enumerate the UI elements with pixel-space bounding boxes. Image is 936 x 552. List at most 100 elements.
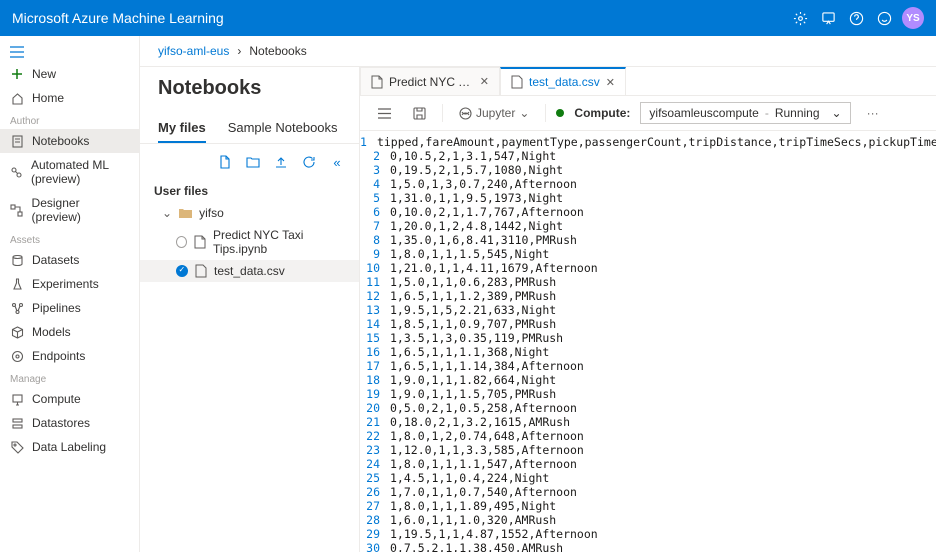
code-line: 121,6.5,1,1,1.2,389,PMRush — [360, 289, 936, 303]
file-explorer: Notebooks My files Sample Notebooks « Use… — [140, 67, 360, 552]
user-avatar[interactable]: YS — [902, 7, 924, 29]
notebook-icon — [10, 134, 24, 148]
close-icon[interactable]: ✕ — [606, 76, 615, 89]
code-line: 101,21.0,1,1,4.11,1679,Afternoon — [360, 261, 936, 275]
code-line: 20,10.5,2,1,3.1,547,Night — [360, 149, 936, 163]
datasets-icon — [10, 253, 24, 267]
left-sidebar: NewHome AuthorNotebooksAutomated ML (pre… — [0, 36, 140, 552]
user-folder-label: yifso — [199, 206, 224, 220]
code-line: 300,7.5,2,1,1.38,450,AMRush — [360, 541, 936, 552]
sidebar-item-experiments[interactable]: Experiments — [0, 272, 139, 296]
code-editor[interactable]: 1tipped,fareAmount,paymentType,passenger… — [360, 131, 936, 552]
code-line: 131,9.5,1,5,2.21,633,Night — [360, 303, 936, 317]
upload-icon[interactable] — [271, 152, 291, 172]
file-tab-my-files[interactable]: My files — [158, 114, 206, 143]
sidebar-item-compute[interactable]: Compute — [0, 387, 139, 411]
flask-icon — [10, 277, 24, 291]
breadcrumb-workspace[interactable]: yifso-aml-eus — [158, 44, 229, 58]
sidebar-item-data-labeling[interactable]: Data Labeling — [0, 435, 139, 459]
cube-icon — [10, 325, 24, 339]
file-icon — [511, 75, 523, 89]
file-row[interactable]: test_data.csv — [140, 260, 359, 282]
code-line: 251,4.5,1,1,0.4,224,Night — [360, 471, 936, 485]
code-line: 161,6.5,1,1,1.1,368,Night — [360, 345, 936, 359]
sidebar-heading: Author — [0, 110, 139, 129]
pipeline-icon — [10, 301, 24, 315]
user-folder-row[interactable]: ⌄ yifso — [140, 202, 359, 224]
code-line: 231,12.0,1,1,3.3,585,Afternoon — [360, 443, 936, 457]
sidebar-item-datasets[interactable]: Datasets — [0, 248, 139, 272]
sidebar-item-models[interactable]: Models — [0, 320, 139, 344]
sidebar-item-datastores[interactable]: Datastores — [0, 411, 139, 435]
sidebar-heading: Manage — [0, 368, 139, 387]
hamburger-icon[interactable] — [0, 42, 139, 62]
more-icon[interactable]: ··· — [861, 103, 885, 123]
endpoint-icon — [10, 349, 24, 363]
save-icon[interactable] — [407, 104, 432, 123]
editor-toolbar: Jupyter⌄ Compute: yifsoamleuscompute - R… — [360, 96, 936, 131]
code-line: 151,3.5,1,3,0.35,119,PMRush — [360, 331, 936, 345]
chevron-down-icon: ⌄ — [162, 206, 172, 220]
code-line: 210,18.0,2,1,3.2,1615,AMRush — [360, 415, 936, 429]
editor-tab[interactable]: Predict NYC Taxi Tips✕ — [360, 67, 500, 95]
code-line: 60,10.0,2,1,1.7,767,Afternoon — [360, 205, 936, 219]
designer-icon — [10, 203, 24, 217]
code-line: 271,8.0,1,1,1.89,495,Night — [360, 499, 936, 513]
editor-tab[interactable]: test_data.csv✕ — [500, 67, 626, 95]
page-title: Notebooks — [140, 67, 359, 114]
code-line: 191,9.0,1,1,1.5,705,PMRush — [360, 387, 936, 401]
top-bar: Microsoft Azure Machine Learning YS — [0, 0, 936, 36]
folder-icon — [179, 208, 192, 219]
select-circle-icon[interactable] — [176, 265, 188, 277]
compute-status-dot — [556, 109, 564, 117]
chevron-down-icon: ⌄ — [832, 106, 842, 120]
sidebar-item-designer-preview-[interactable]: Designer (preview) — [0, 191, 139, 229]
code-line: 1tipped,fareAmount,paymentType,passenger… — [360, 135, 936, 149]
chevron-down-icon: ⌄ — [519, 106, 529, 120]
code-line: 171,6.5,1,1,1.14,384,Afternoon — [360, 359, 936, 373]
new-file-icon[interactable] — [215, 152, 235, 172]
breadcrumb: yifso-aml-eus › Notebooks — [140, 36, 936, 67]
compute-select[interactable]: yifsoamleuscompute - Running ⌄ — [640, 102, 850, 124]
code-line: 200,5.0,2,1,0.5,258,Afternoon — [360, 401, 936, 415]
feedback-icon[interactable] — [814, 4, 842, 32]
code-line: 81,35.0,1,6,8.41,3110,PMRush — [360, 233, 936, 247]
ipynb-icon — [371, 75, 383, 89]
collapse-icon[interactable]: « — [327, 152, 347, 172]
close-icon[interactable]: ✕ — [480, 75, 489, 88]
code-line: 181,9.0,1,1,1.82,664,Night — [360, 373, 936, 387]
ipynb-icon — [194, 235, 206, 249]
datastore-icon — [10, 416, 24, 430]
menu-icon[interactable] — [372, 105, 397, 122]
new-folder-icon[interactable] — [243, 152, 263, 172]
sidebar-item-pipelines[interactable]: Pipelines — [0, 296, 139, 320]
file-tab-sample-notebooks[interactable]: Sample Notebooks — [228, 114, 338, 143]
label-icon — [10, 440, 24, 454]
smile-icon[interactable] — [870, 4, 898, 32]
help-icon[interactable] — [842, 4, 870, 32]
chevron-right-icon: › — [237, 44, 241, 58]
code-line: 141,8.5,1,1,0.9,707,PMRush — [360, 317, 936, 331]
brand-title: Microsoft Azure Machine Learning — [12, 10, 224, 26]
sidebar-item-notebooks[interactable]: Notebooks — [0, 129, 139, 153]
sidebar-item-endpoints[interactable]: Endpoints — [0, 344, 139, 368]
code-line: 41,5.0,1,3,0.7,240,Afternoon — [360, 177, 936, 191]
breadcrumb-section: Notebooks — [249, 44, 306, 58]
sidebar-item-new[interactable]: New — [0, 62, 139, 86]
code-line: 51,31.0,1,1,9.5,1973,Night — [360, 191, 936, 205]
code-line: 291,19.5,1,1,4.87,1552,Afternoon — [360, 527, 936, 541]
settings-icon[interactable] — [786, 4, 814, 32]
refresh-icon[interactable] — [299, 152, 319, 172]
code-line: 241,8.0,1,1,1.1,547,Afternoon — [360, 457, 936, 471]
plus-icon — [10, 67, 24, 81]
code-line: 71,20.0,1,2,4.8,1442,Night — [360, 219, 936, 233]
sidebar-item-home[interactable]: Home — [0, 86, 139, 110]
sidebar-item-automated-ml-preview-[interactable]: Automated ML (preview) — [0, 153, 139, 191]
select-circle-icon[interactable] — [176, 236, 187, 248]
code-line: 281,6.0,1,1,1.0,320,AMRush — [360, 513, 936, 527]
code-line: 91,8.0,1,1,1.5,545,Night — [360, 247, 936, 261]
file-row[interactable]: Predict NYC Taxi Tips.ipynb — [140, 224, 359, 260]
user-files-heading: User files — [140, 180, 359, 202]
automl-icon — [10, 165, 23, 179]
jupyter-dropdown[interactable]: Jupyter⌄ — [453, 103, 535, 123]
